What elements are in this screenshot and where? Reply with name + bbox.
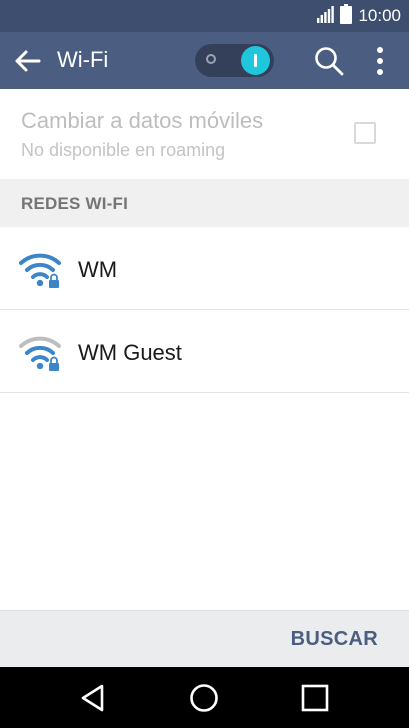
action-bar: Wi-Fi — [0, 32, 409, 89]
back-button[interactable] — [12, 46, 42, 76]
toggle-knob — [241, 46, 270, 75]
status-icons: 10:00 — [316, 3, 401, 29]
toggle-off-indicator — [206, 54, 216, 64]
page-title: Wi-Fi — [57, 47, 109, 72]
status-time: 10:00 — [358, 6, 401, 25]
wifi-locked-icon — [19, 251, 63, 289]
mobile-data-checkbox — [354, 122, 376, 144]
arrow-left-icon — [15, 50, 41, 72]
signal-bars-icon — [316, 5, 335, 28]
wifi-locked-icon — [19, 334, 63, 372]
section-title: REDES WI-FI — [21, 194, 129, 213]
wifi-settings-screen: 10:00 Wi-Fi Cambiar a datos móviles No d… — [0, 0, 409, 728]
network-item-wm[interactable]: WM — [0, 228, 409, 310]
mobile-data-option: Cambiar a datos móviles No disponible en… — [0, 89, 409, 179]
search-button[interactable] — [313, 45, 345, 77]
circle-home-icon — [190, 684, 218, 712]
wifi-networks-header: REDES WI-FI — [0, 179, 409, 227]
nav-home-button[interactable] — [189, 683, 219, 713]
mobile-data-subtitle: No disponible en roaming — [21, 140, 226, 160]
nav-recent-apps-button[interactable] — [300, 683, 330, 713]
battery-icon — [340, 3, 353, 29]
triangle-back-icon — [81, 684, 104, 712]
network-item-wm-guest[interactable]: WM Guest — [0, 311, 409, 393]
overflow-menu-button[interactable] — [366, 45, 394, 77]
network-name: WM Guest — [78, 340, 182, 365]
scan-button[interactable]: BUSCAR — [291, 628, 378, 651]
navigation-bar — [0, 667, 409, 728]
status-bar: 10:00 — [0, 0, 409, 32]
square-recents-icon — [301, 684, 329, 712]
bottom-action-bar: BUSCAR — [0, 610, 409, 667]
network-name: WM — [78, 257, 118, 282]
search-icon — [315, 47, 344, 76]
mobile-data-title: Cambiar a datos móviles — [21, 108, 264, 133]
nav-back-button[interactable] — [78, 683, 108, 713]
more-vert-icon — [377, 47, 383, 75]
wifi-toggle[interactable] — [195, 44, 274, 77]
